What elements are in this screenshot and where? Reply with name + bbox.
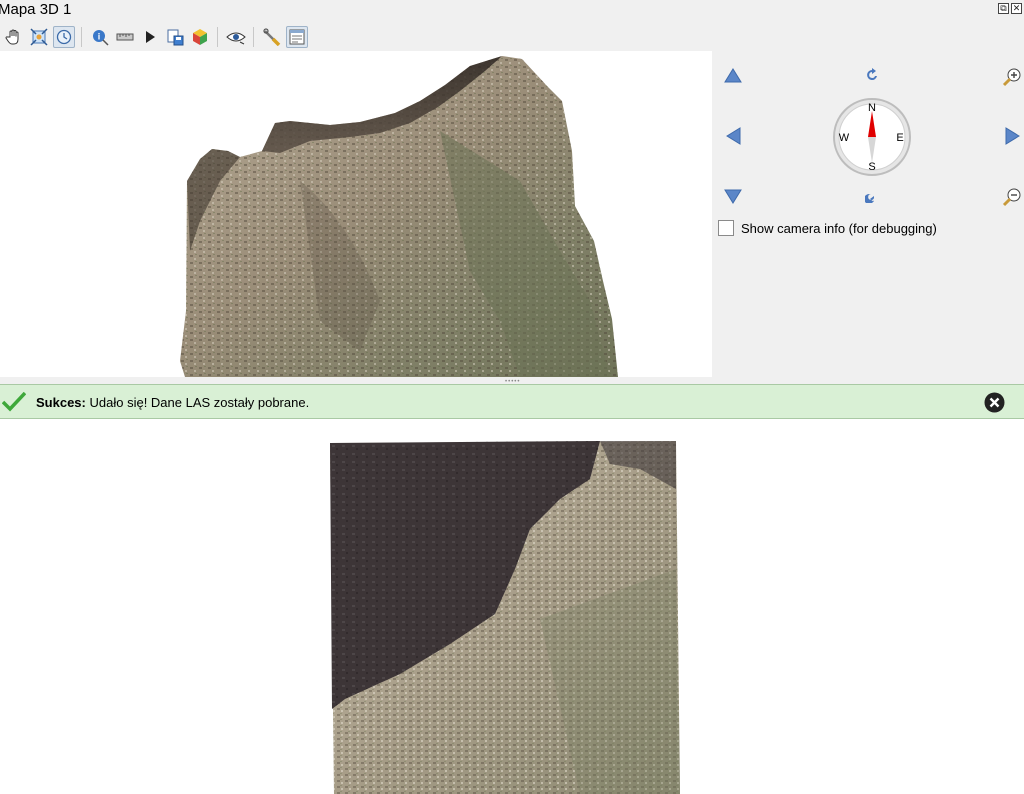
message-text: Sukces: Udało się! Dane LAS zostały pobr…: [36, 395, 309, 410]
terrain-3d-render: [180, 56, 618, 377]
show-camera-info-row[interactable]: Show camera info (for debugging): [718, 220, 937, 236]
map2d-canvas[interactable]: [0, 419, 1024, 794]
cube-icon: [193, 28, 207, 45]
camera-rotate-icon: [56, 29, 72, 44]
identify-icon: i: [93, 29, 109, 46]
close-icon[interactable]: ✕: [1011, 3, 1022, 14]
pan-tool[interactable]: [3, 26, 25, 48]
zoom-in-icon[interactable]: [1002, 67, 1022, 87]
wrench-icon: [263, 27, 281, 46]
compass-east-label: E: [896, 132, 903, 144]
orthophoto-raster: [330, 441, 680, 794]
pan-left-icon[interactable]: [726, 127, 742, 145]
toolbar-separator: [217, 26, 218, 47]
camera-control-tool[interactable]: [53, 25, 75, 48]
compass-west-label: W: [839, 132, 850, 144]
zoom-full-icon: [30, 27, 48, 46]
window-title: Mapa 3D 1: [0, 1, 72, 18]
zoom-out-icon[interactable]: [1002, 187, 1022, 207]
zoom-full-tool[interactable]: [28, 26, 50, 48]
options-tool[interactable]: [261, 26, 283, 48]
restore-icon[interactable]: ⧉: [998, 3, 1009, 14]
message-bar: Sukces: Udało się! Dane LAS zostały pobr…: [0, 384, 1024, 419]
show-camera-info-label: Show camera info (for debugging): [741, 220, 937, 236]
measure-tool[interactable]: [114, 26, 136, 48]
camera-view-tool[interactable]: [225, 26, 247, 48]
compass-south-label: S: [868, 161, 875, 173]
splitter-handle[interactable]: •••••: [0, 377, 1024, 385]
navigation-widget-tool[interactable]: [286, 25, 308, 48]
save-scene-icon: [167, 29, 184, 45]
message-body: Udało się! Dane LAS zostały pobrane.: [89, 395, 310, 410]
compass-north-label: N: [868, 102, 876, 114]
success-check-icon: [2, 392, 26, 412]
show-camera-info-checkbox[interactable]: [718, 220, 734, 236]
hand-icon: [5, 29, 19, 44]
navigation-panel-icon: [289, 29, 305, 44]
message-title: Sukces:: [36, 395, 86, 410]
pan-right-icon[interactable]: [1004, 127, 1020, 145]
tilt-up-icon[interactable]: [724, 68, 742, 84]
rotate-cw-icon[interactable]: [865, 187, 881, 203]
identify-tool[interactable]: i: [89, 26, 111, 48]
toolbar-separator: [81, 26, 82, 47]
close-message-icon[interactable]: [984, 392, 1005, 413]
svg-text:i: i: [98, 31, 101, 41]
eye-icon: [226, 32, 246, 44]
animation-tool[interactable]: [139, 26, 161, 48]
map3d-canvas[interactable]: [0, 51, 712, 377]
rotate-ccw-icon[interactable]: [865, 67, 881, 83]
play-icon: [146, 30, 155, 43]
toolbar-separator: [253, 26, 254, 47]
tilt-down-icon[interactable]: [724, 188, 742, 204]
window-titlebar: Mapa 3D 1 ⧉ ✕: [0, 0, 1024, 22]
window-buttons: ⧉ ✕: [998, 3, 1022, 14]
map3d-toolbar: i: [0, 22, 1024, 51]
navigation-panel: N S W E Show camera info (for debugging): [712, 51, 1024, 377]
compass-icon[interactable]: N S W E: [832, 97, 912, 177]
effects-tool[interactable]: [189, 26, 211, 48]
measure-line-icon: [116, 33, 134, 40]
export-tool[interactable]: [164, 26, 186, 48]
